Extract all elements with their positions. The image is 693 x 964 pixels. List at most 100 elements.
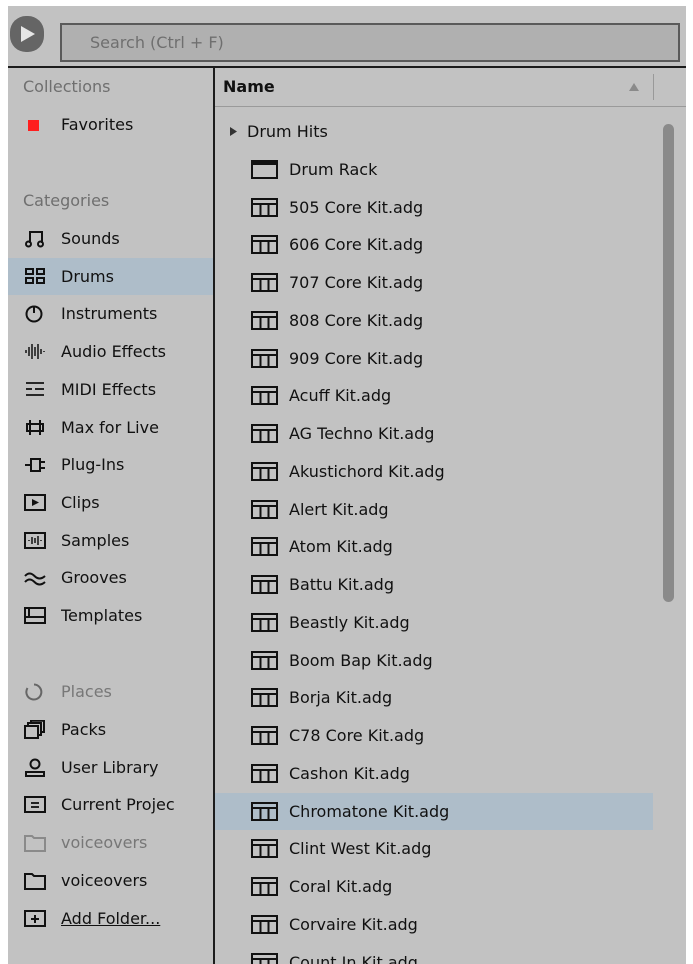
list-item[interactable]: 606 Core Kit.adg xyxy=(215,226,653,263)
list-item[interactable]: Borja Kit.adg xyxy=(215,679,653,716)
drum-rack-row[interactable]: Drum Rack xyxy=(215,151,653,188)
sidebar-item-clips[interactable]: Clips xyxy=(8,484,213,521)
favorites-color-tag xyxy=(28,120,39,131)
places-header: Places xyxy=(8,673,213,710)
sidebar-item-instruments[interactable]: Instruments xyxy=(8,295,213,332)
drum-kit-icon xyxy=(251,801,278,821)
drum-kit-icon xyxy=(251,386,278,406)
sidebar-item-user-library[interactable]: User Library xyxy=(8,749,213,786)
sidebar-item-audio-effects[interactable]: Audio Effects xyxy=(8,333,213,370)
sidebar-item-label: User Library xyxy=(61,757,159,777)
drum-kit-icon xyxy=(251,763,278,783)
places-header-label: Places xyxy=(61,682,112,701)
drum-kit-icon xyxy=(251,726,278,745)
sidebar-item-voiceovers[interactable]: voiceovers xyxy=(8,824,213,861)
sidebar-item-voiceovers[interactable]: voiceovers xyxy=(8,862,213,899)
folder-row-drum-hits[interactable]: Drum Hits xyxy=(215,113,653,150)
item-label: Borja Kit.adg xyxy=(289,688,393,708)
sidebar-item-packs[interactable]: Packs xyxy=(8,711,213,748)
drum-kit-icon xyxy=(251,197,278,217)
list-item[interactable]: Acuff Kit.adg xyxy=(215,377,653,414)
list-item[interactable]: 707 Core Kit.adg xyxy=(215,264,653,301)
expand-arrow-icon[interactable] xyxy=(229,126,238,137)
drum-rack-icon xyxy=(251,159,278,179)
list-item[interactable]: Count In Kit.adg xyxy=(215,944,653,964)
item-label: Drum Rack xyxy=(289,159,378,179)
sidebar-item-label: Templates xyxy=(61,606,143,625)
browser-sidebar: Collections Favorites Categories Sounds Drum… xyxy=(8,68,213,964)
sounds-icon xyxy=(25,231,44,248)
sidebar-item-sounds[interactable]: Sounds xyxy=(8,220,213,257)
sort-ascending-icon[interactable] xyxy=(628,82,640,92)
list-item[interactable]: Boom Bap Kit.adg xyxy=(215,642,653,679)
list-item[interactable]: Alert Kit.adg xyxy=(215,491,653,528)
list-item[interactable]: 909 Core Kit.adg xyxy=(215,340,653,377)
clips-icon xyxy=(24,493,46,511)
sidebar-item-max-for-live[interactable]: Max for Live xyxy=(8,409,213,446)
drums-icon xyxy=(25,267,45,284)
sidebar-item-plug-ins[interactable]: Plug-Ins xyxy=(8,446,213,483)
item-label: C78 Core Kit.adg xyxy=(289,726,425,745)
drum-kit-icon xyxy=(251,273,278,292)
item-label: Acuff Kit.adg xyxy=(289,386,392,406)
sidebar-item-label: voiceovers xyxy=(61,870,148,890)
browser-panel: Search (Ctrl + F) Collections Favorites Ca… xyxy=(8,6,686,964)
play-icon xyxy=(21,26,35,42)
browser-content: Name Drum Hits Drum Rack 505 Core Kit.adg 6… xyxy=(215,68,686,964)
vertical-scrollbar[interactable] xyxy=(663,124,674,602)
list-item[interactable]: Cashon Kit.adg xyxy=(215,755,653,792)
sidebar-item-current-projec[interactable]: Current Projec xyxy=(8,786,213,823)
item-label: Alert Kit.adg xyxy=(289,499,389,519)
item-label: 505 Core Kit.adg xyxy=(289,197,424,217)
list-item[interactable]: 808 Core Kit.adg xyxy=(215,302,653,339)
sidebar-item-add-folder[interactable]: Add Folder... xyxy=(8,900,213,937)
sidebar-item-label: Grooves xyxy=(61,568,127,588)
item-label: Clint West Kit.adg xyxy=(289,839,432,859)
sidebar-item-label: Plug-Ins xyxy=(61,455,125,475)
packs-icon xyxy=(24,720,45,739)
user-library-icon xyxy=(25,758,45,777)
drum-kit-icon xyxy=(251,424,278,443)
list-item[interactable]: AG Techno Kit.adg xyxy=(215,415,653,452)
list-item[interactable]: Coral Kit.adg xyxy=(215,868,653,905)
collections-header: Collections xyxy=(23,77,111,96)
sidebar-item-drums[interactable]: Drums xyxy=(8,257,213,295)
preview-play-button[interactable] xyxy=(10,16,44,52)
sidebar-item-label: Audio Effects xyxy=(61,342,166,362)
templates-icon xyxy=(24,607,46,624)
item-label: 808 Core Kit.adg xyxy=(289,310,424,330)
sidebar-item-label: Instruments xyxy=(61,304,158,324)
drum-kit-icon xyxy=(251,575,278,594)
list-item[interactable]: Battu Kit.adg xyxy=(215,566,653,603)
item-label: Count In Kit.adg xyxy=(289,952,418,964)
list-item[interactable]: Akustichord Kit.adg xyxy=(215,453,653,490)
list-item[interactable]: Chromatone Kit.adg xyxy=(215,792,653,830)
list-item[interactable]: 505 Core Kit.adg xyxy=(215,189,653,226)
drum-kit-icon xyxy=(251,612,278,632)
sidebar-item-midi-effects[interactable]: MIDI Effects xyxy=(8,371,213,408)
item-label: Akustichord Kit.adg xyxy=(289,461,445,481)
sidebar-item-label: Favorites xyxy=(61,115,134,134)
sidebar-item-grooves[interactable]: Grooves xyxy=(8,559,213,596)
drum-kit-icon xyxy=(251,914,278,934)
column-separator[interactable] xyxy=(653,74,654,100)
search-input[interactable]: Search (Ctrl + F) xyxy=(60,23,680,62)
item-label: Battu Kit.adg xyxy=(289,575,394,594)
list-item[interactable]: Corvaire Kit.adg xyxy=(215,906,653,943)
places-icon xyxy=(25,683,43,701)
list-item[interactable]: C78 Core Kit.adg xyxy=(215,717,653,754)
list-item[interactable]: Atom Kit.adg xyxy=(215,528,653,565)
current-project-icon xyxy=(24,796,46,814)
drum-kit-icon xyxy=(251,537,278,557)
name-column-header[interactable]: Name xyxy=(215,68,686,107)
drum-kit-icon xyxy=(251,461,278,481)
list-item[interactable]: Beastly Kit.adg xyxy=(215,604,653,641)
grooves-icon xyxy=(24,572,46,586)
sidebar-item-samples[interactable]: Samples xyxy=(8,522,213,559)
folder-dim-icon xyxy=(24,835,46,853)
item-label: 909 Core Kit.adg xyxy=(289,348,424,368)
sidebar-item-favorites[interactable]: Favorites xyxy=(8,106,213,143)
sidebar-item-templates[interactable]: Templates xyxy=(8,597,213,634)
list-item[interactable]: Clint West Kit.adg xyxy=(215,830,653,867)
sidebar-item-label: voiceovers xyxy=(61,833,148,853)
